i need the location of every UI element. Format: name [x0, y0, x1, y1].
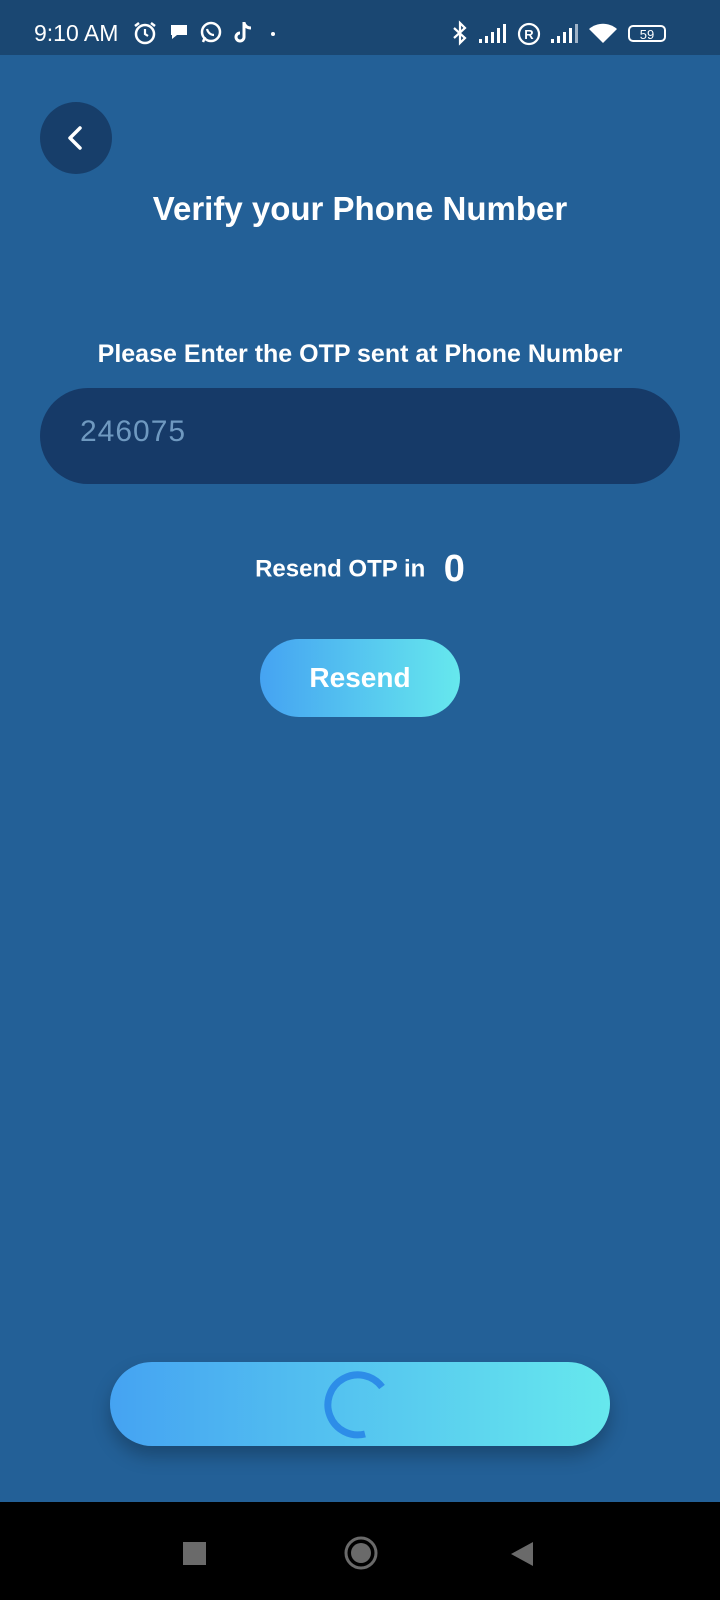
resend-button[interactable]: Resend — [260, 639, 460, 717]
verify-button[interactable] — [110, 1362, 610, 1446]
bluetooth-icon — [453, 20, 467, 46]
status-bar: 9:10 AM R 59 — [0, 0, 720, 55]
system-icons: R 59 — [450, 20, 690, 46]
otp-value: 246075 — [80, 415, 187, 448]
alarm-icon — [134, 22, 156, 45]
svg-text:R: R — [524, 27, 534, 42]
whatsapp-icon — [200, 21, 222, 43]
back-button[interactable] — [40, 102, 112, 174]
chat-bubble-icon — [171, 25, 187, 39]
navigation-bar — [0, 1502, 720, 1600]
dot-icon — [271, 32, 275, 36]
resend-countdown: Resend OTP in 0 — [0, 548, 720, 591]
battery-level: 59 — [639, 27, 655, 42]
resend-label: Resend OTP in — [255, 555, 426, 583]
signal-icon — [551, 24, 578, 43]
chevron-left-icon — [68, 126, 82, 150]
home-circle-icon[interactable] — [343, 1535, 379, 1571]
otp-instruction: Please Enter the OTP sent at Phone Numbe… — [97, 340, 623, 368]
otp-input[interactable]: 246075 — [40, 388, 680, 484]
recents-square-icon[interactable] — [183, 1542, 206, 1565]
tiktok-icon — [234, 22, 252, 43]
back-triangle-icon[interactable] — [509, 1540, 535, 1568]
resend-countdown-value: 0 — [443, 548, 465, 590]
status-time: 9:10 AM — [34, 20, 119, 46]
signal-icon — [479, 24, 506, 43]
wifi-icon — [589, 23, 617, 43]
loading-spinner-icon — [324, 1371, 385, 1439]
page-title: Verify your Phone Number — [152, 190, 568, 227]
battery-icon: 59 — [628, 25, 666, 42]
roaming-icon: R — [517, 22, 541, 46]
resend-button-label: Resend — [309, 662, 411, 693]
